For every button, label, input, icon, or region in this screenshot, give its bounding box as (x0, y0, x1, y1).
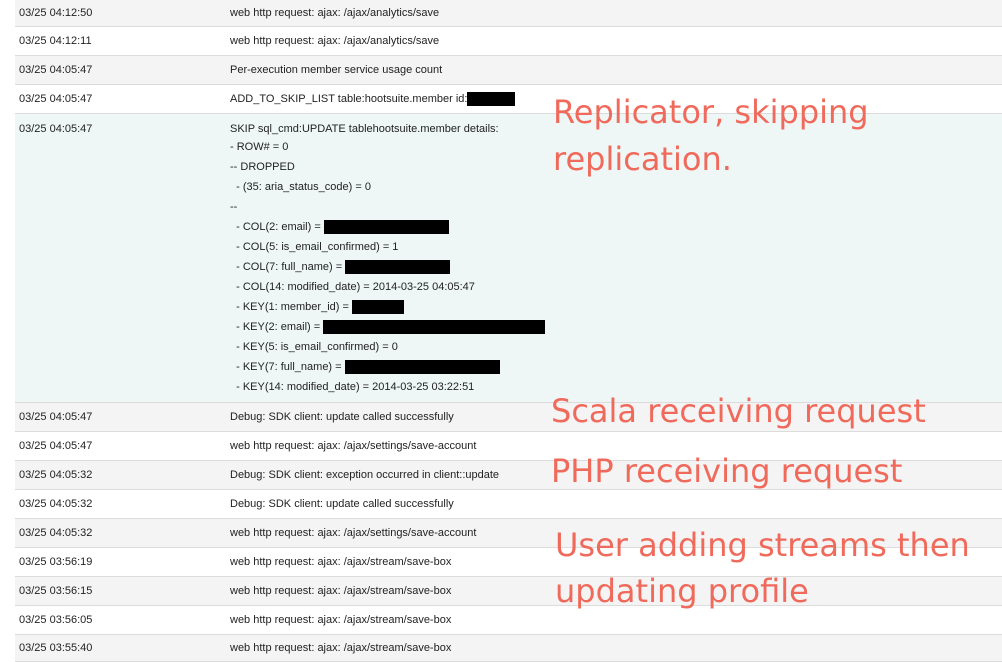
redaction-bar (323, 220, 449, 235)
log-message: web http request: ajax: /ajax/analytics/… (230, 35, 440, 47)
log-message: Per-execution member service usage count (230, 64, 443, 76)
log-row[interactable]: 03/25 04:05:32 Debug: SDK client: update… (15, 490, 1002, 519)
log-message: Debug: SDK client: update called success… (230, 411, 454, 423)
log-row[interactable]: 03/25 04:12:50 web http request: ajax: /… (15, 0, 1002, 27)
timestamp: 03/25 03:56:19 (19, 556, 93, 568)
redaction-bar (345, 260, 451, 275)
detail-line: - KEY(5: is_email_confirmed) = 0 (230, 341, 398, 353)
log-row[interactable]: 03/25 04:12:11 web http request: ajax: /… (15, 27, 1002, 56)
timestamp: 03/25 03:56:05 (19, 614, 93, 626)
log-message: Debug: SDK client: update called success… (230, 498, 454, 510)
log-row-detail[interactable]: 03/25 04:05:47 SKIP sql_cmd:UPDATE table… (15, 114, 1002, 403)
detail-line: -- DROPPED (230, 161, 295, 173)
timestamp: 03/25 04:05:47 (19, 123, 93, 135)
detail-line: - ROW# = 0 (230, 141, 289, 153)
log-message: web http request: ajax: /ajax/analytics/… (230, 7, 440, 19)
redaction-bar (344, 360, 500, 375)
timestamp: 03/25 04:05:47 (19, 411, 93, 423)
log-message: web http request: ajax: /ajax/stream/sav… (230, 585, 452, 597)
log-message: Debug: SDK client: exception occurred in… (230, 469, 500, 481)
detail-line: - COL(7: full_name) = (230, 257, 545, 277)
annotation-user-line2: updating profile (555, 572, 809, 610)
timestamp: 03/25 04:05:47 (19, 440, 93, 452)
annotation-replicator-line1: Replicator, skipping (553, 93, 869, 131)
detail-line: SKIP sql_cmd:UPDATE tablehootsuite.membe… (230, 123, 499, 135)
timestamp: 03/25 03:56:15 (19, 585, 93, 597)
log-message: web http request: ajax: /ajax/settings/s… (230, 527, 477, 539)
log-message: web http request: ajax: /ajax/stream/sav… (230, 642, 452, 654)
detail-line-text: - KEY(7: full_name) = (230, 361, 342, 373)
log-row[interactable]: 03/25 03:56:15 web http request: ajax: /… (15, 577, 1002, 606)
log-message: web http request: ajax: /ajax/settings/s… (230, 440, 477, 452)
timestamp: 03/25 04:05:32 (19, 527, 93, 539)
detail-line: - COL(5: is_email_confirmed) = 1 (230, 241, 399, 253)
detail-line: - (35: aria_status_code) = 0 (230, 181, 371, 193)
detail-line: - KEY(1: member_id) = (230, 297, 545, 317)
detail-line-text: - KEY(2: email) = (230, 321, 321, 333)
log-message-text: ADD_TO_SKIP_LIST table:hootsuite.member … (230, 92, 468, 105)
timestamp: 03/25 03:55:40 (19, 642, 93, 654)
annotation-scala: Scala receiving request (551, 392, 926, 430)
log-message: ADD_TO_SKIP_LIST table:hootsuite.member … (230, 92, 516, 106)
timestamp: 03/25 04:12:11 (19, 35, 92, 47)
log-message: web http request: ajax: /ajax/stream/sav… (230, 614, 452, 626)
annotation-php: PHP receiving request (551, 452, 903, 490)
redaction-bar (351, 300, 404, 315)
timestamp: 03/25 04:05:47 (19, 93, 93, 105)
detail-line: -- (230, 201, 238, 213)
timestamp: 03/25 04:12:50 (19, 7, 93, 19)
redaction-bar (323, 320, 546, 335)
log-message: web http request: ajax: /ajax/stream/sav… (230, 556, 452, 568)
timestamp: 03/25 04:05:47 (19, 64, 93, 76)
log-row[interactable]: 03/25 03:56:05 web http request: ajax: /… (15, 606, 1002, 635)
detail-line: - COL(14: modified_date) = 2014-03-25 04… (230, 281, 475, 293)
log-row[interactable]: 03/25 04:05:47 Per-execution member serv… (15, 56, 1002, 85)
timestamp: 03/25 04:05:32 (19, 469, 93, 481)
detail-line: - KEY(2: email) = (230, 317, 546, 337)
detail-line: - KEY(7: full_name) = (230, 357, 545, 377)
annotation-replicator-line2: replication. (553, 140, 732, 178)
detail-line-text: - COL(2: email) = (230, 221, 321, 233)
log-detail: SKIP sql_cmd:UPDATE tablehootsuite.membe… (230, 123, 546, 397)
detail-line-text: - COL(7: full_name) = (230, 261, 343, 273)
timestamp: 03/25 04:05:32 (19, 498, 93, 510)
annotation-user-line1: User adding streams then (555, 526, 970, 564)
detail-line-text: - KEY(1: member_id) = (230, 301, 349, 313)
detail-line: - KEY(14: modified_date) = 2014-03-25 03… (230, 381, 475, 393)
redaction-bar (467, 92, 516, 106)
detail-line: - COL(2: email) = (230, 217, 545, 237)
